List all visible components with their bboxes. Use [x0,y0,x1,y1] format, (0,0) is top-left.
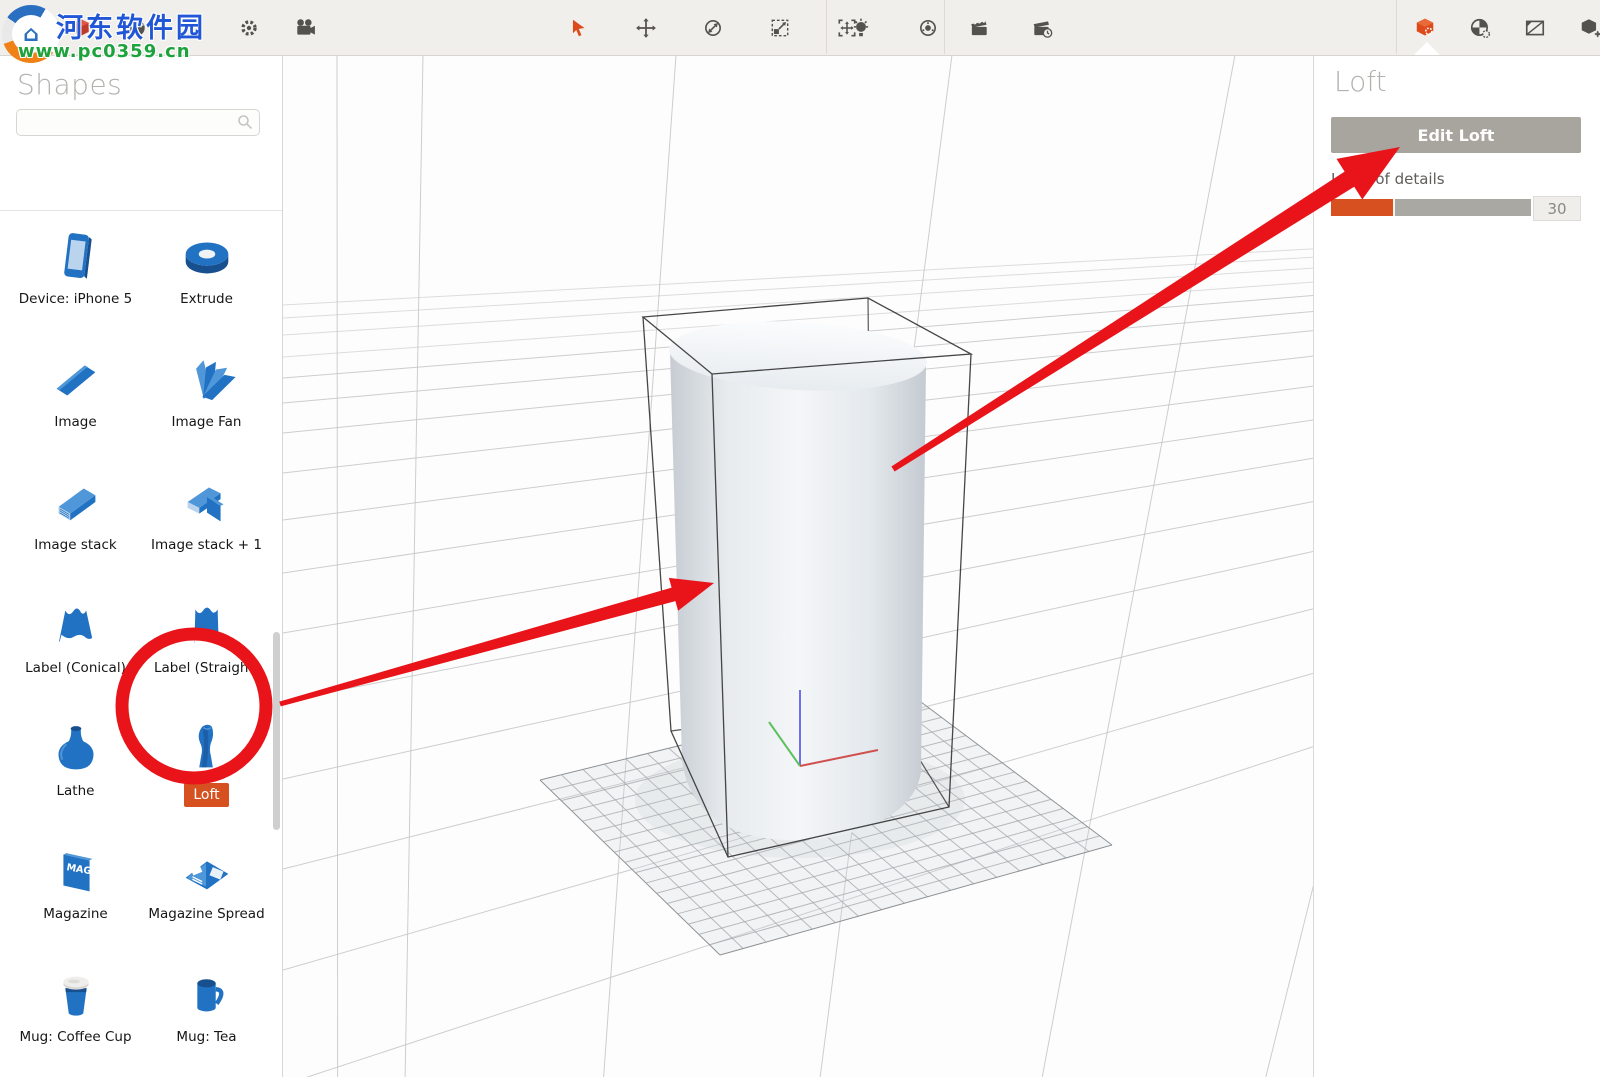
toolbar [0,0,1600,56]
image-stack-icon [45,471,107,533]
shape-item-label: Label (Conical) [25,660,126,678]
shape-item-label: Image [54,414,96,432]
cylinder-body [670,352,926,840]
shape-item-label: Mug: Tea [176,1029,236,1047]
level-of-details-slider[interactable] [1331,199,1531,216]
loft-cylinder-object[interactable] [667,315,928,840]
shape-item-image[interactable]: Image [10,348,141,471]
loft-icon [176,717,238,779]
material-sphere-icon[interactable] [1463,11,1497,45]
shape-item-label: Image stack + 1 [151,537,262,555]
import-icon[interactable] [8,11,42,45]
shape-item-label: Lathe [57,783,95,801]
toolbar-group-left [8,0,322,55]
lathe-icon [45,717,107,779]
shape-search [16,109,260,136]
magazine-icon: MAG [45,840,107,902]
edit-loft-button[interactable]: Edit Loft [1331,117,1581,153]
shape-item-extrude[interactable]: Extrude [141,225,272,348]
level-of-details-label: Level of details [1331,170,1445,188]
shape-item-label: Mug: Coffee Cup [19,1029,131,1047]
shape-item-label: Magazine Spread [148,906,264,924]
shape-item-mug-tea[interactable]: Mug: Tea [141,963,272,1077]
shape-item-label: Device: iPhone 5 [19,291,132,309]
frame-icon[interactable] [176,11,210,45]
shape-list: Device: iPhone 5 Extrude Image Image Fan Ima… [0,211,282,1077]
image-fan-icon [176,348,238,410]
toolbar-group-animation [962,0,1059,55]
image-icon [45,348,107,410]
select-arrow-icon[interactable] [562,11,596,45]
shape-item-loft[interactable]: Loft [141,717,272,840]
shape-item-image-stack-plus-1[interactable]: Image stack + 1 [141,471,272,594]
video-camera-icon[interactable] [288,11,322,45]
shapes-sidebar: Shapes Device: iPhone 5 Extrude Image Image… [0,55,283,1077]
selected-panel-notch [1414,42,1440,55]
magazine-spread-icon [176,840,238,902]
scale-icon[interactable] [763,11,797,45]
shape-item-label: Image stack [34,537,116,555]
move-icon[interactable] [629,11,663,45]
scene-canvas [283,55,1313,1077]
device-iphone-5-icon [45,225,107,287]
mug-coffee-cup-icon [45,963,107,1025]
level-of-details-value: 30 [1533,196,1581,221]
shape-item-label: Label (Straight) [154,660,259,678]
toolbar-separator [826,0,827,54]
clapperboard-icon[interactable] [962,11,996,45]
render-bulb-icon[interactable] [844,11,878,45]
slider-fill [1331,199,1395,216]
shape-item-magazine[interactable]: MAG Magazine [10,840,141,963]
shape-search-input[interactable] [16,109,260,136]
rotate-icon[interactable] [696,11,730,45]
toolbar-separator [1396,0,1397,54]
sidebar-scrollbar[interactable] [273,632,280,830]
3d-viewport[interactable] [283,55,1313,1077]
preview-sphere-icon[interactable] [911,11,945,45]
shapes-header: Shapes [0,55,282,211]
scene-cube-icon[interactable] [1573,11,1600,45]
shape-item-image-stack[interactable]: Image stack [10,471,141,594]
shape-settings-cube-icon[interactable] [1408,11,1442,45]
shape-item-label-straight[interactable]: Label (Straight) [141,594,272,717]
loft-properties-panel: Loft Edit Loft Level of details 30 [1313,55,1600,1077]
shape-item-label: Loft [184,783,228,807]
gear-icon[interactable] [232,11,266,45]
shape-item-label-conical[interactable]: Label (Conical) [10,594,141,717]
shape-item-device-iphone-5[interactable]: Device: iPhone 5 [10,225,141,348]
search-icon [237,114,253,130]
extrude-icon [176,225,238,287]
label-conical-icon [45,594,107,656]
toolbar-separator [944,0,945,54]
clapperboard-time-icon[interactable] [1025,11,1059,45]
shape-item-label: Image Fan [172,414,242,432]
panel-title: Loft [1334,65,1387,98]
shape-item-magazine-spread[interactable]: Magazine Spread [141,840,272,963]
shape-item-lathe[interactable]: Lathe [10,717,141,840]
label-straight-icon [176,594,238,656]
red-cube-icon[interactable] [64,11,98,45]
shape-item-image-fan[interactable]: Image Fan [141,348,272,471]
mug-tea-icon [176,963,238,1025]
shape-item-label: Magazine [43,906,107,924]
toolbar-group-transform [562,0,864,55]
shape-item-label: Extrude [180,291,233,309]
toolbar-group-view [844,0,945,55]
shapes-title: Shapes [17,68,122,101]
background-image-icon[interactable] [1518,11,1552,45]
sphere-icon[interactable] [120,11,154,45]
shape-item-mug-coffee-cup[interactable]: Mug: Coffee Cup [10,963,141,1077]
image-stack-plus-1-icon [176,471,238,533]
